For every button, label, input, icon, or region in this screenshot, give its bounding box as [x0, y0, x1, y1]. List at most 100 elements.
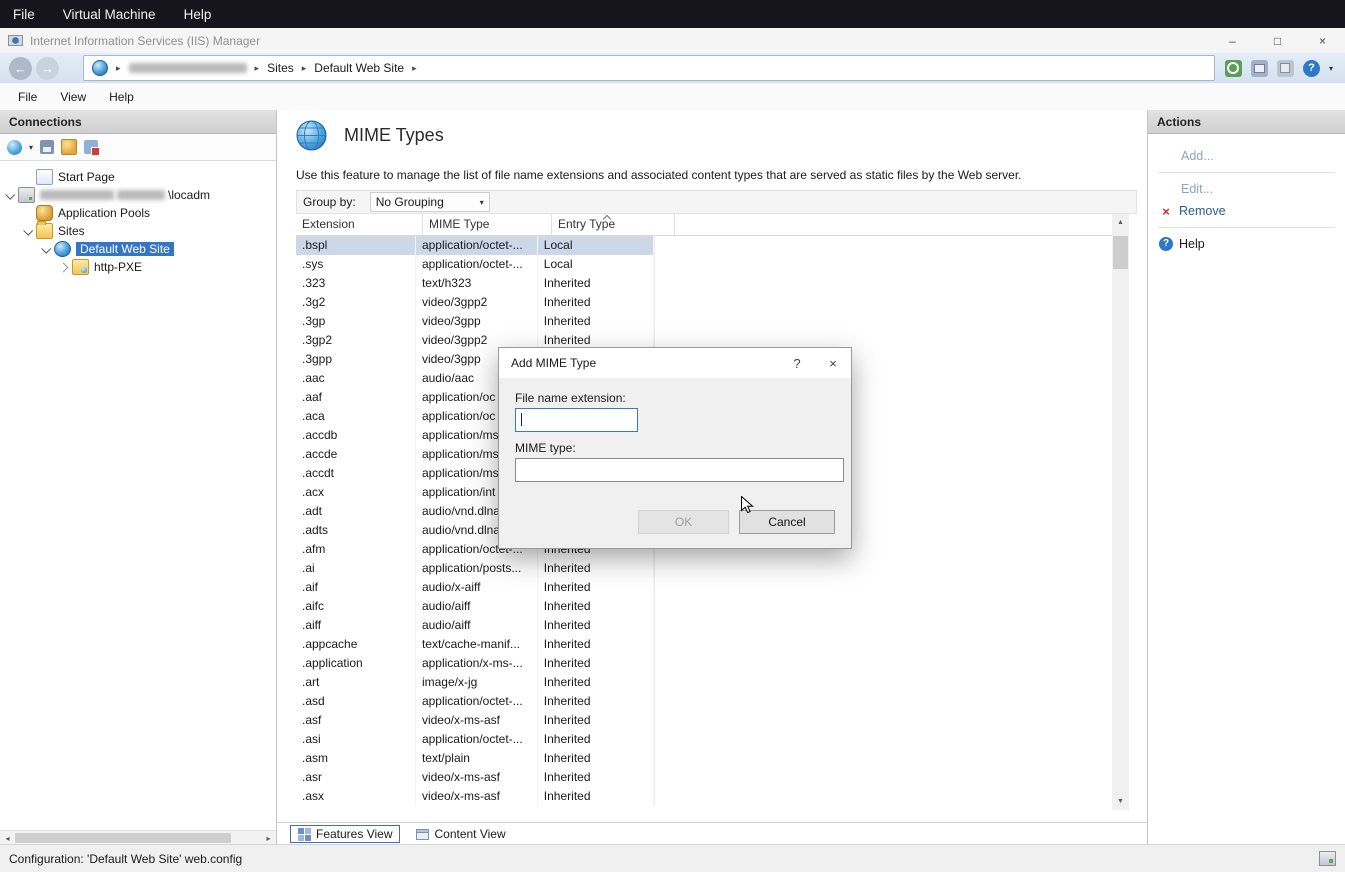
action-help[interactable]: ?Help [1158, 233, 1335, 255]
column-header-mime-type[interactable]: MIME Type [423, 214, 552, 236]
column-header-extension[interactable]: Extension [296, 214, 423, 236]
redacted-server-crumb[interactable] [129, 63, 247, 73]
menu-view[interactable]: View [60, 90, 86, 104]
scroll-down-icon[interactable]: ▼ [1112, 793, 1129, 810]
vertical-scrollbar[interactable]: ▲ ▼ [1112, 214, 1129, 810]
mime-type-input[interactable] [515, 458, 844, 482]
close-button[interactable]: × [1300, 28, 1345, 53]
mime-row[interactable]: .asmtext/plainInherited [296, 749, 654, 768]
tree-item-label: Start Page [58, 170, 115, 184]
mime-row[interactable]: .asrvideo/x-ms-asfInherited [296, 768, 654, 787]
text-caret [521, 413, 522, 426]
chevron-expanded-icon[interactable] [23, 225, 33, 235]
feature-header: MIME Types [296, 120, 444, 151]
dialog-close-button[interactable]: × [815, 348, 851, 378]
dialog-help-button[interactable]: ? [779, 348, 815, 378]
mime-row[interactable]: .bsplapplication/octet-...Local [296, 236, 654, 255]
scrollbar-thumb[interactable] [15, 833, 231, 843]
tree-item-http-pxe[interactable]: http-PXE [0, 258, 276, 276]
dialog-titlebar[interactable]: Add MIME Type ? × [499, 348, 851, 378]
breadcrumb-sites[interactable]: Sites [267, 61, 294, 75]
mime-row[interactable]: .sysapplication/octet-...Local [296, 255, 654, 274]
scroll-left-icon[interactable]: ◂ [0, 834, 15, 843]
entry-type-cell: Inherited [538, 787, 654, 806]
extension-cell: .accdb [296, 426, 416, 445]
menu-help[interactable]: Help [109, 90, 134, 104]
vm-menubar: File Virtual Machine Help [0, 0, 1345, 28]
browse-icon[interactable] [1251, 60, 1268, 77]
tab-label: Content View [434, 827, 505, 841]
mime-row[interactable]: .323text/h323Inherited [296, 274, 654, 293]
stop-icon[interactable] [1277, 60, 1294, 77]
tab-features-view[interactable]: Features View [290, 825, 400, 843]
mime-row[interactable]: .asxvideo/x-ms-asfInherited [296, 787, 654, 806]
mime-row[interactable]: .asfvideo/x-ms-asfInherited [296, 711, 654, 730]
mime-row[interactable]: .aifaudio/x-aiffInherited [296, 578, 654, 597]
mime-type-cell: video/x-ms-asf [416, 787, 538, 806]
entry-type-cell: Inherited [538, 293, 654, 312]
mime-row[interactable]: .3g2video/3gpp2Inherited [296, 293, 654, 312]
tree-item-server[interactable]: \locadm [0, 186, 276, 204]
chevron-down-icon[interactable]: ▾ [1329, 64, 1333, 73]
content-view-icon [416, 828, 429, 841]
extension-cell: .aiff [296, 616, 416, 635]
column-header-entry-type[interactable]: Entry Type [552, 214, 675, 236]
edit-connection-icon[interactable] [61, 139, 77, 155]
application-pools-icon [36, 205, 53, 221]
vm-menu-help[interactable]: Help [184, 7, 212, 22]
file-extension-input[interactable] [515, 408, 638, 432]
breadcrumb-default-web-site[interactable]: Default Web Site [314, 61, 404, 75]
scroll-up-icon[interactable]: ▲ [1112, 214, 1129, 231]
extension-cell: .3gp [296, 312, 416, 331]
mime-row[interactable]: .applicationapplication/x-ms-...Inherite… [296, 654, 654, 673]
refresh-icon[interactable] [1225, 60, 1242, 77]
mime-type-cell: audio/aiff [416, 597, 538, 616]
chevron-expanded-icon[interactable] [5, 189, 15, 199]
connections-panel: Connections ▾ Start Page\locadmApplicati… [0, 110, 277, 845]
mime-row[interactable]: .appcachetext/cache-manif...Inherited [296, 635, 654, 654]
mime-row[interactable]: .aiffaudio/aiffInherited [296, 616, 654, 635]
entry-type-cell: Inherited [538, 654, 654, 673]
file-extension-input-wrap [515, 408, 638, 432]
chevron-down-icon[interactable]: ▾ [29, 143, 33, 152]
entry-type-cell: Inherited [538, 616, 654, 635]
vm-menu-virtual-machine[interactable]: Virtual Machine [63, 7, 156, 22]
entry-type-cell: Inherited [538, 673, 654, 692]
action-remove[interactable]: ×Remove [1158, 200, 1335, 222]
mime-row[interactable]: .aiapplication/posts...Inherited [296, 559, 654, 578]
extension-cell: .aifc [296, 597, 416, 616]
mime-row[interactable]: .3gpvideo/3gppInherited [296, 312, 654, 331]
mime-row[interactable]: .asdapplication/octet-...Inherited [296, 692, 654, 711]
tree-item-label: \locadm [40, 188, 210, 202]
mime-row[interactable]: .asiapplication/octet-...Inherited [296, 730, 654, 749]
mime-row[interactable]: .aifcaudio/aiffInherited [296, 597, 654, 616]
maximize-button[interactable]: □ [1255, 28, 1300, 53]
menu-file[interactable]: File [18, 90, 37, 104]
tree-item-sites[interactable]: Sites [0, 222, 276, 240]
vm-menu-file[interactable]: File [13, 7, 35, 22]
extension-cell: .asi [296, 730, 416, 749]
help-icon[interactable]: ? [1303, 60, 1320, 77]
scrollbar-thumb[interactable] [1113, 236, 1128, 269]
status-text: Configuration: 'Default Web Site' web.co… [9, 852, 242, 866]
redacted-server-name [40, 190, 114, 200]
tree-item-application-pools[interactable]: Application Pools [0, 204, 276, 222]
address-bar: ← → ▸ ▸ Sites ▸ Default Web Site ▸ ? ▾ [0, 53, 1345, 84]
save-connections-icon[interactable] [40, 140, 54, 154]
tree-item-default-web-site[interactable]: Default Web Site [0, 240, 276, 258]
mime-type-cell: video/3gpp2 [416, 293, 538, 312]
forward-button[interactable]: → [36, 57, 59, 80]
mime-row[interactable]: .artimage/x-jgInherited [296, 673, 654, 692]
chevron-collapsed-icon[interactable] [59, 262, 69, 272]
remove-connection-icon[interactable] [84, 140, 98, 154]
back-button[interactable]: ← [9, 57, 32, 80]
minimize-button[interactable]: – [1210, 28, 1255, 53]
tree-item-start-page[interactable]: Start Page [0, 168, 276, 186]
chevron-expanded-icon[interactable] [41, 243, 51, 253]
scroll-right-icon[interactable]: ▸ [261, 834, 276, 843]
group-by-dropdown[interactable]: No Grouping ▾ [370, 192, 490, 212]
connect-server-icon[interactable] [7, 140, 22, 155]
actions-separator [1158, 172, 1335, 173]
horizontal-scrollbar[interactable]: ◂ ▸ [0, 830, 276, 845]
tab-content-view[interactable]: Content View [409, 826, 512, 842]
